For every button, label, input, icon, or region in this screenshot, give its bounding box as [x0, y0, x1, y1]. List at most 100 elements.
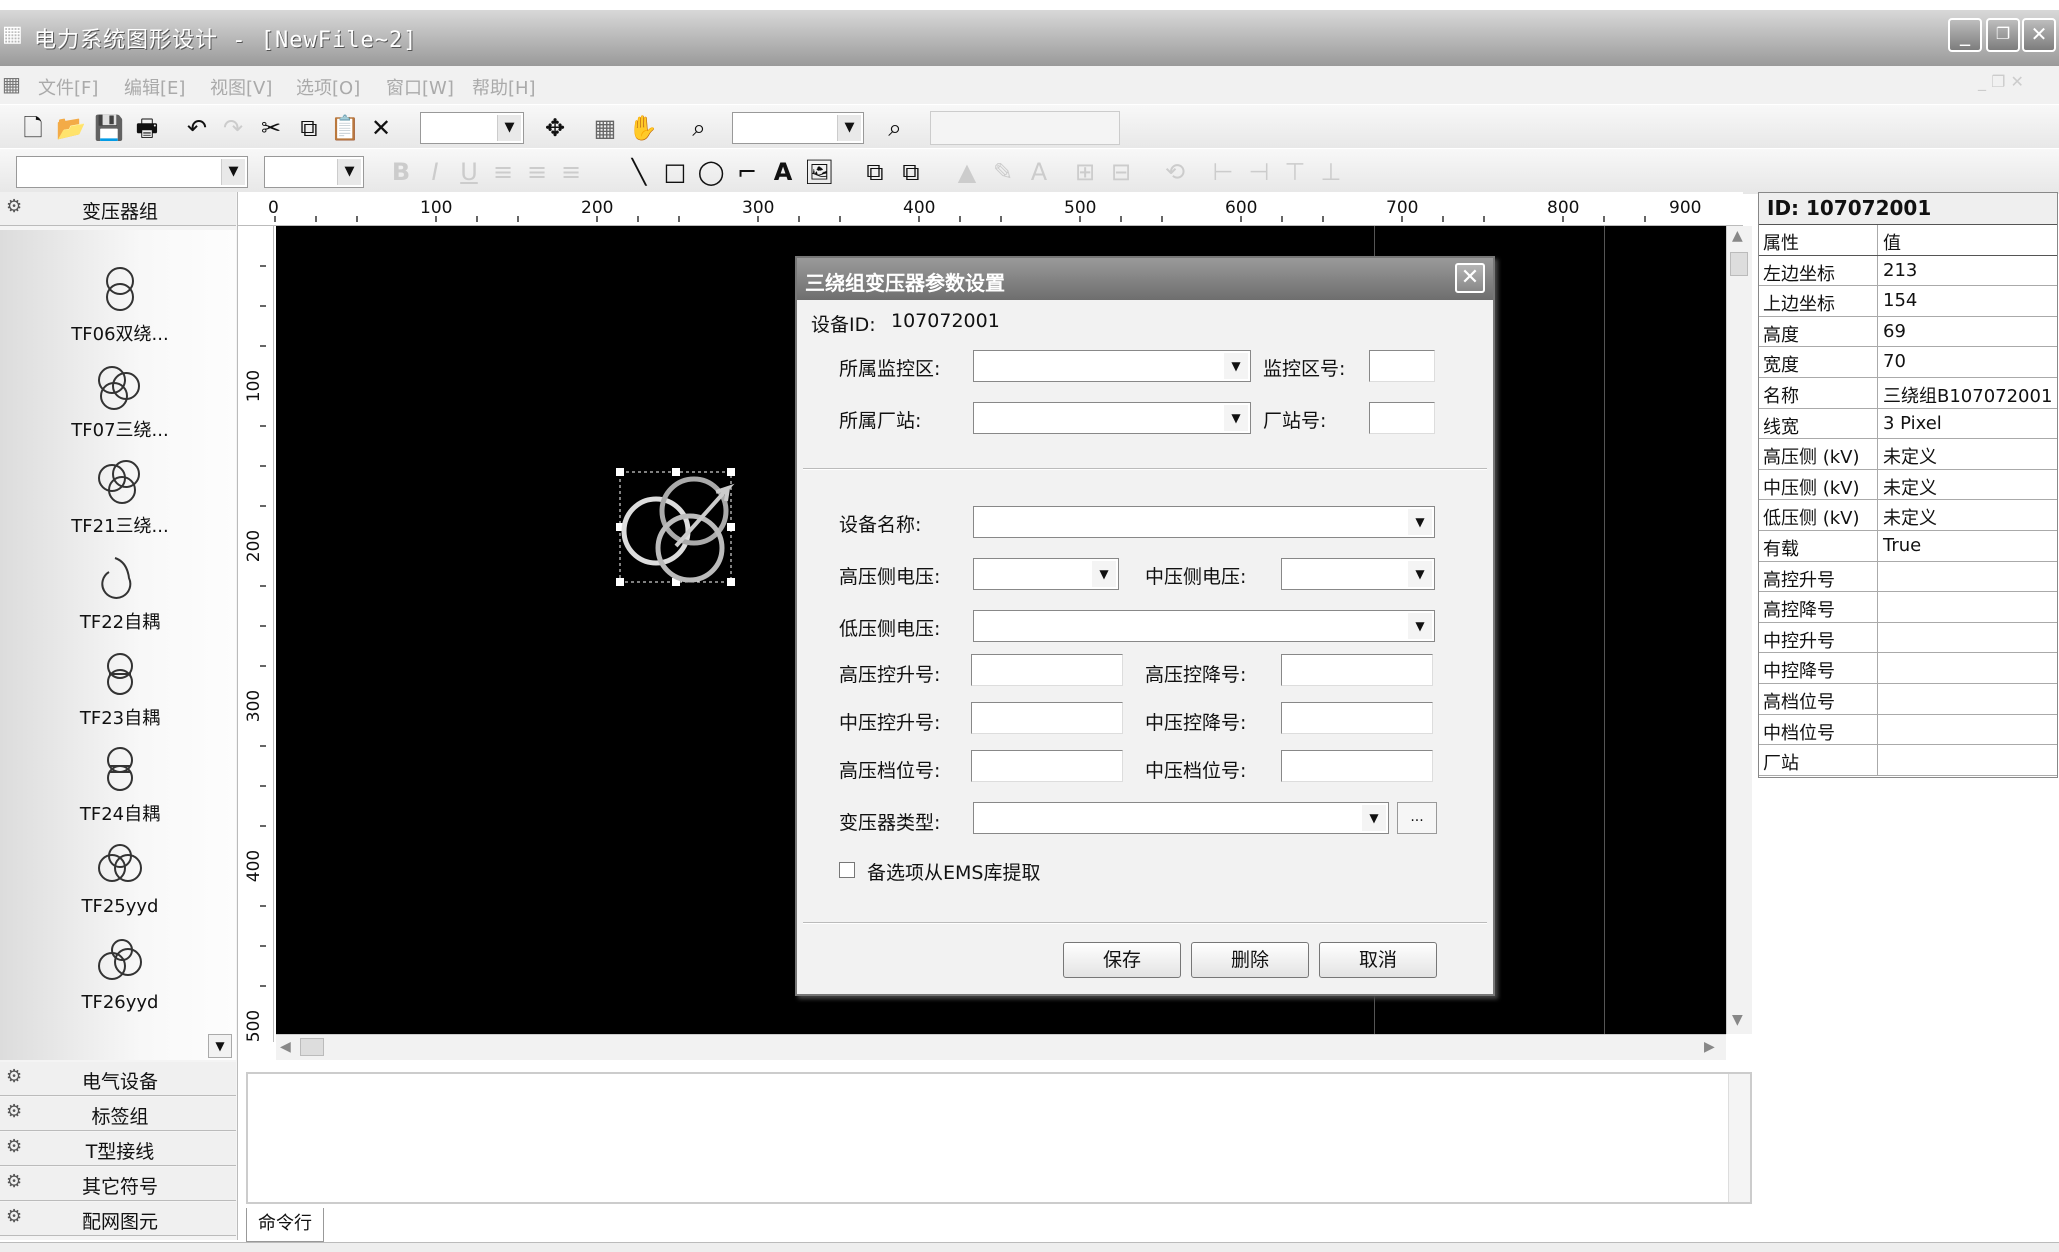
- ems-checkbox[interactable]: [839, 862, 855, 878]
- chevron-down-icon[interactable]: ▼: [1224, 353, 1248, 379]
- grid-icon[interactable]: ▦: [590, 113, 620, 143]
- mdi-minimize-icon[interactable]: _ ❐ ✕: [1978, 72, 2024, 91]
- symbol-item[interactable]: TF22自耦: [40, 552, 200, 648]
- lv-voltage-select[interactable]: ▼: [973, 610, 1435, 642]
- property-row[interactable]: 高度 69: [1759, 316, 2057, 348]
- hand-icon[interactable]: ✋: [628, 113, 658, 143]
- group-header-other[interactable]: ⚙ 其它符号: [0, 1167, 236, 1201]
- italic-icon[interactable]: I: [420, 157, 450, 187]
- cancel-button[interactable]: 取消: [1319, 942, 1437, 978]
- ungroup-icon[interactable]: ⊟: [1106, 157, 1136, 187]
- property-row[interactable]: 高压侧 (kV) 未定义: [1759, 439, 2057, 470]
- chevron-down-icon[interactable]: ▼: [1362, 805, 1386, 831]
- menu-help[interactable]: 帮助[H]: [472, 74, 536, 100]
- chevron-down-icon[interactable]: ▼: [1408, 613, 1432, 639]
- hv-voltage-select[interactable]: ▼: [973, 558, 1119, 590]
- hv-up-input[interactable]: [971, 654, 1123, 686]
- scroll-down-icon[interactable]: ▼: [1732, 1012, 1743, 1028]
- chevron-down-icon[interactable]: ▼: [337, 159, 361, 185]
- scroll-up-icon[interactable]: ▲: [1732, 228, 1743, 244]
- dialog-close-button[interactable]: ✕: [1455, 263, 1485, 293]
- align-objects-bottom-icon[interactable]: ⊥: [1316, 157, 1346, 187]
- transformer-type-select[interactable]: ▼: [973, 802, 1389, 834]
- polyline-tool-icon[interactable]: ⌐: [732, 157, 762, 187]
- chevron-down-icon[interactable]: ▼: [497, 115, 521, 141]
- chevron-down-icon[interactable]: ▼: [221, 159, 245, 185]
- property-row[interactable]: 名称 三绕组B107072001: [1759, 377, 2057, 409]
- symbol-item[interactable]: TF25yyd: [40, 840, 200, 936]
- save-icon[interactable]: 💾: [94, 113, 124, 143]
- redo-icon[interactable]: ↷: [218, 113, 248, 143]
- new-file-icon[interactable]: 🗋: [18, 113, 48, 143]
- menu-edit[interactable]: 编辑[E]: [124, 74, 185, 100]
- station-no-input[interactable]: [1369, 402, 1435, 434]
- group-header-transformers[interactable]: ⚙ 变压器组: [0, 192, 236, 226]
- vertical-scrollbar[interactable]: ▲ ▼: [1726, 226, 1752, 1034]
- monitor-no-input[interactable]: [1369, 350, 1435, 382]
- chevron-down-icon[interactable]: ▼: [1224, 405, 1248, 431]
- open-folder-icon[interactable]: 📂: [56, 113, 86, 143]
- align-objects-right-icon[interactable]: ⊣: [1244, 157, 1274, 187]
- horizontal-scrollbar[interactable]: ◀ ▶: [276, 1034, 1726, 1060]
- symbol-item[interactable]: TF07三绕...: [40, 360, 200, 456]
- scroll-down-button[interactable]: ▼: [208, 1034, 232, 1058]
- property-row[interactable]: 中控降号: [1759, 653, 2057, 684]
- bold-icon[interactable]: B: [386, 157, 416, 187]
- property-row[interactable]: 宽度 70: [1759, 347, 2057, 378]
- find-combo[interactable]: ▼: [732, 112, 864, 144]
- command-output[interactable]: [246, 1072, 1752, 1204]
- symbol-item[interactable]: TF26yyd: [40, 936, 200, 1032]
- scroll-thumb[interactable]: [300, 1038, 324, 1056]
- image-tool-icon[interactable]: 🖼: [804, 157, 834, 187]
- tab-command-line[interactable]: 命令行: [246, 1208, 324, 1242]
- symbol-item[interactable]: TF21三绕...: [40, 456, 200, 552]
- property-row[interactable]: 有载 True: [1759, 530, 2057, 562]
- hv-down-input[interactable]: [1281, 654, 1433, 686]
- align-right-icon[interactable]: ≡: [556, 157, 586, 187]
- station-select[interactable]: ▼: [973, 402, 1251, 434]
- paste-icon[interactable]: 📋: [330, 113, 360, 143]
- property-row[interactable]: 线宽 3 Pixel: [1759, 408, 2057, 440]
- text-color-icon[interactable]: A: [1024, 157, 1054, 187]
- command-scrollbar[interactable]: [1728, 1074, 1750, 1202]
- align-objects-top-icon[interactable]: ⊤: [1280, 157, 1310, 187]
- save-button[interactable]: 保存: [1063, 942, 1181, 978]
- bring-front-icon[interactable]: ⧉: [860, 157, 890, 187]
- send-back-icon[interactable]: ⧉: [896, 157, 926, 187]
- line-color-icon[interactable]: ✎: [988, 157, 1018, 187]
- group-header-distribution[interactable]: ⚙ 配网图元: [0, 1202, 236, 1236]
- mv-voltage-select[interactable]: ▼: [1281, 558, 1435, 590]
- symbol-item[interactable]: TF06双绕...: [40, 264, 200, 360]
- group-icon[interactable]: ⊞: [1070, 157, 1100, 187]
- find-replace-icon[interactable]: ⌕: [880, 113, 910, 143]
- zoom-combo[interactable]: ▼: [420, 112, 524, 144]
- delete-button[interactable]: 删除: [1191, 942, 1309, 978]
- delete-icon[interactable]: ✕: [366, 113, 396, 143]
- menu-window[interactable]: 窗口[W]: [386, 74, 454, 100]
- property-row[interactable]: 中控升号: [1759, 622, 2057, 654]
- copy-icon[interactable]: ⧉: [294, 113, 324, 143]
- text-tool-icon[interactable]: A: [768, 157, 798, 187]
- underline-icon[interactable]: U: [454, 157, 484, 187]
- property-row[interactable]: 中压侧 (kV) 未定义: [1759, 469, 2057, 501]
- property-row[interactable]: 高控降号: [1759, 592, 2057, 623]
- font-name-combo[interactable]: ▼: [16, 156, 248, 188]
- hv-tap-input[interactable]: [971, 750, 1123, 782]
- ellipse-tool-icon[interactable]: ◯: [696, 157, 726, 187]
- rectangle-tool-icon[interactable]: □: [660, 157, 690, 187]
- align-center-icon[interactable]: ≡: [522, 157, 552, 187]
- close-button[interactable]: ✕: [2022, 18, 2056, 52]
- scroll-left-icon[interactable]: ◀: [280, 1039, 291, 1055]
- group-header-t-wiring[interactable]: ⚙ T型接线: [0, 1132, 236, 1166]
- symbol-item[interactable]: TF23自耦: [40, 648, 200, 744]
- menu-file[interactable]: 文件[F]: [38, 74, 98, 100]
- property-row[interactable]: 低压侧 (kV) 未定义: [1759, 500, 2057, 531]
- mv-up-input[interactable]: [971, 702, 1123, 734]
- monitor-area-select[interactable]: ▼: [973, 350, 1251, 382]
- property-row[interactable]: 中档位号: [1759, 714, 2057, 746]
- property-row[interactable]: 高控升号: [1759, 561, 2057, 593]
- browse-type-button[interactable]: ...: [1397, 802, 1437, 834]
- chevron-down-icon[interactable]: ▼: [1408, 509, 1432, 535]
- scroll-right-icon[interactable]: ▶: [1704, 1039, 1715, 1055]
- menu-options[interactable]: 选项[O]: [296, 74, 360, 100]
